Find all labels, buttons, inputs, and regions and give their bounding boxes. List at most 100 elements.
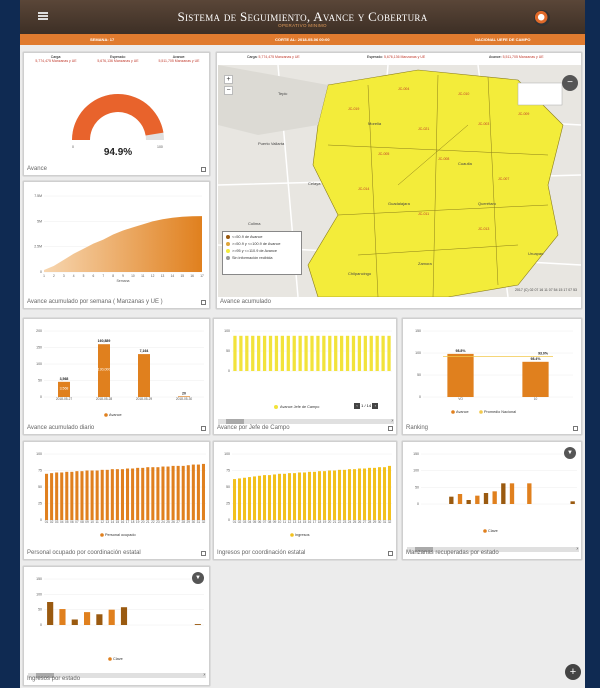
bar bbox=[348, 469, 351, 520]
scroll-right-icon[interactable]: › bbox=[203, 672, 205, 678]
app-window: Sistema de Seguimiento, Avance y Cobertu… bbox=[20, 0, 585, 688]
scrollbar-thumb[interactable] bbox=[226, 419, 244, 424]
filter-icon[interactable]: ▼ bbox=[192, 572, 204, 584]
legend-item[interactable]: <=50.9 de Avance bbox=[226, 235, 298, 239]
bar bbox=[120, 469, 124, 520]
x-tick-label: 16 bbox=[190, 274, 194, 278]
bar bbox=[161, 466, 165, 520]
zoom-in-button[interactable]: + bbox=[224, 75, 233, 84]
data-label: 160,889 bbox=[98, 339, 111, 343]
x-tick-label: 19 bbox=[136, 520, 140, 524]
logo-icon[interactable] bbox=[534, 10, 550, 26]
x-tick-label: 05 bbox=[253, 520, 257, 524]
x-tick-label: 22 bbox=[338, 520, 342, 524]
y-tick-label: 5M bbox=[37, 219, 42, 223]
map-place-label: Colima bbox=[248, 221, 261, 226]
zoom-out-button[interactable]: − bbox=[224, 86, 233, 95]
legend-item[interactable]: >=50.9 y <=100.9 de Avance bbox=[226, 242, 298, 246]
next-page-button[interactable]: › bbox=[372, 403, 379, 409]
x-tick-label: 13 bbox=[293, 520, 297, 524]
legend-label: Avance bbox=[109, 413, 122, 417]
expand-icon[interactable] bbox=[388, 426, 393, 431]
pager-label: 1 / 14 bbox=[361, 403, 372, 408]
map-district-label: JC-021 bbox=[418, 127, 429, 131]
bar bbox=[328, 470, 331, 520]
bar bbox=[47, 602, 54, 625]
x-axis-label: Semana bbox=[116, 279, 129, 283]
expand-icon[interactable] bbox=[388, 551, 393, 556]
bar bbox=[55, 472, 59, 520]
map-esperado-value: 5,676,136 Manzanas y UE bbox=[383, 55, 426, 59]
bar bbox=[194, 624, 201, 625]
expand-icon[interactable] bbox=[201, 167, 206, 172]
bar bbox=[262, 335, 267, 371]
bar bbox=[340, 335, 344, 371]
legend-label: Sin información recibida bbox=[232, 256, 273, 260]
x-tick-label: 26 bbox=[171, 520, 175, 524]
x-tick-label: 06 bbox=[258, 520, 262, 524]
x-tick-label: 07 bbox=[263, 520, 267, 524]
map-place-label: Tepic bbox=[278, 91, 287, 96]
bar bbox=[278, 473, 281, 520]
legend-item[interactable]: Sin información recibida bbox=[226, 256, 298, 260]
map-panel: Carga: 5,774,475 Manzanas y UE Esperado:… bbox=[216, 52, 582, 309]
gauge-min-label: 0 bbox=[72, 145, 74, 149]
bar bbox=[141, 467, 145, 520]
prev-page-button[interactable]: ‹ bbox=[354, 403, 360, 409]
collapse-button[interactable]: − bbox=[562, 75, 578, 91]
bar bbox=[108, 609, 115, 625]
scroll-right-icon[interactable]: › bbox=[391, 418, 393, 424]
map-legend: <=50.9 de Avance >=50.9 y <=100.9 de Avan… bbox=[222, 231, 302, 275]
bar bbox=[166, 466, 170, 520]
x-tick-label: 05 bbox=[65, 520, 69, 524]
x-tick-label: 08 bbox=[268, 520, 272, 524]
add-button[interactable]: + bbox=[565, 664, 581, 680]
clave-panel: 150 100 50 0 Clave ▼ › Ingresos por estado bbox=[23, 566, 210, 686]
scroll-right-icon[interactable]: › bbox=[576, 546, 578, 552]
map-place-label: Morelia bbox=[368, 121, 382, 126]
area-panel: 7.5M 5M 2.5M 0 1 2 3 4 5 6 7 8 9 10 11 12 13 14 15 16 17 Sema… bbox=[23, 181, 210, 309]
legend-label: <=50.9 de Avance bbox=[232, 235, 263, 239]
role-label: NACIONAL UEFE DE CAMPO bbox=[475, 37, 531, 42]
bar bbox=[310, 335, 314, 371]
estado-panel: 150 100 50 0 Clave ▼ › Manzanas recuperadas … bbox=[402, 441, 582, 560]
x-tick-label: 03 bbox=[55, 520, 59, 524]
expand-icon[interactable] bbox=[201, 300, 206, 305]
y-tick-label: 50 bbox=[38, 379, 42, 383]
x-tick-label: 1 bbox=[43, 274, 45, 278]
bar bbox=[181, 465, 185, 520]
y-tick-label: 100 bbox=[36, 452, 42, 456]
legend-swatch bbox=[104, 413, 108, 417]
filter-icon[interactable]: ▼ bbox=[564, 447, 576, 459]
x-tick-label: 30 bbox=[378, 520, 382, 524]
x-tick-label: 04 bbox=[60, 520, 64, 524]
legend-swatch bbox=[100, 533, 104, 537]
expand-icon[interactable] bbox=[201, 426, 206, 431]
expand-icon[interactable] bbox=[573, 426, 578, 431]
bar bbox=[475, 495, 480, 504]
bar bbox=[308, 471, 311, 520]
expand-icon[interactable] bbox=[201, 551, 206, 556]
horizontal-scrollbar[interactable]: › bbox=[218, 418, 394, 424]
y-tick-label: 50 bbox=[226, 485, 230, 489]
y-tick-label: 100 bbox=[224, 452, 230, 456]
bar bbox=[115, 469, 119, 520]
x-tick-label: 09 bbox=[273, 520, 277, 524]
x-tick-label: 13 bbox=[106, 520, 110, 524]
bar bbox=[90, 470, 94, 520]
bar bbox=[248, 477, 251, 520]
gauge-title: Avance bbox=[27, 166, 47, 172]
bar bbox=[201, 463, 205, 520]
x-tick-label: 03 bbox=[243, 520, 247, 524]
map-avance-value: 5,511,705 Manzanas y UE bbox=[502, 55, 544, 59]
bar bbox=[274, 335, 279, 371]
bar bbox=[381, 335, 385, 371]
x-tick-label: 26 bbox=[358, 520, 362, 524]
legend-label: Avance bbox=[456, 410, 469, 414]
inner-label: 3,568 bbox=[60, 386, 69, 390]
legend-item[interactable]: >=95 y <=110.9 de Avance bbox=[226, 249, 298, 253]
map-district-label: JC-005 bbox=[378, 152, 389, 156]
bar bbox=[483, 493, 489, 504]
y-tick-label: 50 bbox=[38, 608, 42, 612]
y-tick-label: 75 bbox=[226, 469, 230, 473]
